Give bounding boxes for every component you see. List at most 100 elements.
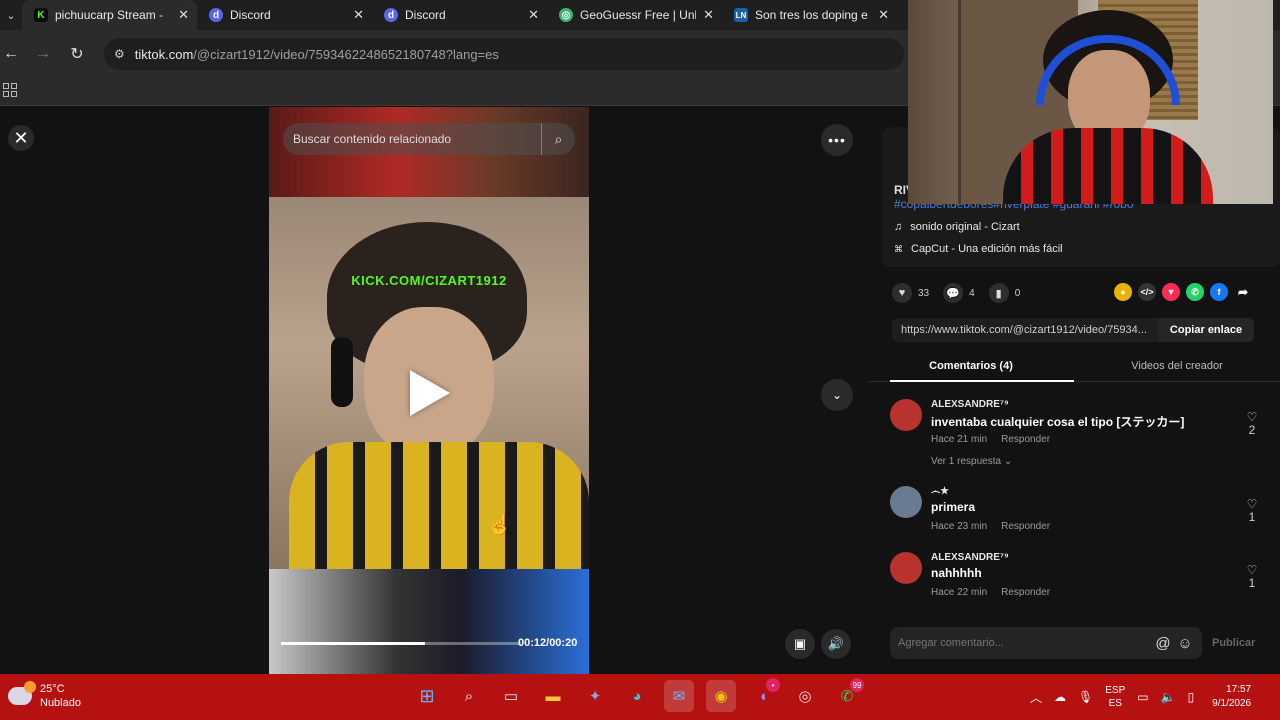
sound-link[interactable]: ♫ sonido original - Cizart <box>894 221 1020 233</box>
facebook-icon[interactable]: f <box>1210 283 1228 301</box>
like-button[interactable]: ♥ 33 <box>892 283 929 303</box>
bookmark-icon: ▮ <box>988 283 1009 303</box>
emoji-icon[interactable]: ☺ <box>1174 635 1196 652</box>
save-button[interactable]: ▮ 0 <box>988 283 1020 303</box>
system-tray: ︿ ☁ 🎙 ESP ES ▭ 🔈 ▯ 17:57 9/1/2026 <box>1030 674 1251 720</box>
comment-button[interactable]: 💬 4 <box>943 283 975 303</box>
avatar[interactable] <box>890 486 922 518</box>
chrome-icon[interactable]: ◉ <box>706 680 736 712</box>
more-options-button[interactable]: ••• <box>821 124 853 156</box>
comment-username[interactable]: ෴★ <box>931 486 949 497</box>
browser-tab-4[interactable]: ◎ GeoGuessr Free | Unl ✕ <box>547 0 722 30</box>
related-search-input[interactable]: Buscar contenido relacionado ⌕ <box>283 123 575 155</box>
clock[interactable]: 17:57 9/1/2026 <box>1212 683 1251 711</box>
comment-like-button[interactable]: ♡ 1 <box>1244 498 1260 524</box>
tab-close-icon[interactable]: ✕ <box>878 7 889 23</box>
search-icon[interactable]: ⌕ <box>541 123 575 155</box>
person-shirt <box>289 442 589 572</box>
tab-comments[interactable]: Comentarios (4) <box>868 350 1074 382</box>
comment-like-button[interactable]: ♡ 1 <box>1244 564 1260 590</box>
browser-tab-2[interactable]: d Discord ✕ <box>197 0 372 30</box>
avatar[interactable] <box>890 399 922 431</box>
close-video-button[interactable]: ✕ <box>8 125 34 151</box>
apps-grid-icon[interactable] <box>3 83 17 97</box>
comment-username[interactable]: ALEXSANDRE⁷⁹ <box>931 399 1009 410</box>
taskbar-apps: ⊞ ⌕ ▭ ▬ ✦ ◕ ✉ ◉ ◖ • ◎ ✆ 99 <box>412 678 864 712</box>
video-player[interactable]: Buscar contenido relacionado ⌕ KICK.COM/… <box>269 107 589 674</box>
back-arrow-icon[interactable]: ← <box>0 45 28 63</box>
view-replies-button[interactable]: Ver 1 respuesta ⌄ <box>931 456 1012 467</box>
share-arrow-icon[interactable]: ➦ <box>1234 283 1252 301</box>
network-icon[interactable]: ▭ <box>1137 690 1148 704</box>
comment-like-button[interactable]: ♡ 2 <box>1244 411 1260 437</box>
floating-player-button[interactable]: ▣ <box>785 629 815 659</box>
comment-text: primera <box>931 500 976 514</box>
browser-tab-5[interactable]: LN Son tres los doping e ✕ <box>722 0 897 30</box>
discord-icon[interactable]: ◖ • <box>748 678 780 712</box>
tab-close-icon[interactable]: ✕ <box>178 7 189 23</box>
video-progress-fill <box>281 642 425 645</box>
post-comment-button[interactable]: Publicar <box>1212 637 1255 649</box>
whatsapp-icon[interactable]: ✆ <box>1186 283 1204 301</box>
capcut-link[interactable]: ⌘ CapCut - Una edición más fácil <box>894 243 1063 255</box>
windows-taskbar: 25°C Nublado ⊞ ⌕ ▭ ▬ ✦ ◕ ✉ ◉ ◖ • ◎ ✆ 99 ︿ … <box>0 674 1280 720</box>
play-icon[interactable] <box>410 370 450 416</box>
weather-text: 25°C Nublado <box>40 682 81 710</box>
tab-search-chevron-icon[interactable]: ⌄ <box>0 0 22 30</box>
tab-title: Discord <box>230 8 271 22</box>
battery-icon[interactable]: ▯ <box>1188 690 1195 704</box>
temperature: 25°C <box>40 683 65 695</box>
microphone-icon[interactable]: 🎙 <box>1078 690 1093 704</box>
reload-icon[interactable]: ↻ <box>60 44 94 64</box>
comment-input[interactable] <box>898 637 1152 649</box>
speaker-icon[interactable]: 🔈 <box>1161 690 1176 704</box>
onedrive-icon[interactable]: ☁ <box>1054 690 1066 704</box>
comment-time: Hace 22 min <box>931 587 988 598</box>
browser-tab-1[interactable]: K pichuucarp Stream - ✕ <box>22 0 197 30</box>
edge-icon[interactable]: ◕ <box>622 680 652 712</box>
site-settings-icon[interactable]: ⚙ <box>114 47 125 61</box>
share-row: ● </> ▼ ✆ f ➦ <box>1114 283 1252 301</box>
tab-close-icon[interactable]: ✕ <box>703 7 714 23</box>
browser-tab-3[interactable]: d Discord ✕ <box>372 0 547 30</box>
language-indicator[interactable]: ESP ES <box>1105 684 1125 710</box>
tab-close-icon[interactable]: ✕ <box>353 7 364 23</box>
reply-button[interactable]: Responder <box>1001 434 1050 445</box>
streamer-shirt <box>1003 128 1213 204</box>
comment-meta: Hace 21 min Responder <box>931 434 1050 445</box>
send-icon[interactable]: ▼ <box>1162 283 1180 301</box>
webcam-overlay <box>908 0 1273 204</box>
copy-link-button[interactable]: Copiar enlace <box>1158 318 1254 342</box>
language-code: ESP <box>1105 685 1126 696</box>
weather-widget[interactable]: 25°C Nublado <box>8 681 81 710</box>
video-link[interactable]: https://www.tiktok.com/@cizart1912/video… <box>892 324 1158 336</box>
search-icon[interactable]: ⌕ <box>454 680 484 712</box>
reply-button[interactable]: Responder <box>1001 521 1050 532</box>
start-windows-icon[interactable]: ⊞ <box>412 680 442 712</box>
mail-icon[interactable]: ✉ <box>664 680 694 712</box>
video-progress-bar[interactable] <box>281 642 521 645</box>
tab-creator-videos[interactable]: Videos del creador <box>1074 350 1280 381</box>
volume-icon[interactable]: 🔊 <box>821 629 851 659</box>
forward-arrow-icon[interactable]: → <box>26 45 60 63</box>
comment-username[interactable]: ALEXSANDRE⁷⁹ <box>931 552 1009 563</box>
comment-like-count: 2 <box>1248 423 1256 437</box>
task-view-icon[interactable]: ▭ <box>496 680 526 712</box>
next-video-button[interactable]: ⌄ <box>821 379 853 411</box>
embed-icon[interactable]: </> <box>1138 283 1156 301</box>
comment-time: Hace 23 min <box>931 521 988 532</box>
coin-icon[interactable]: ● <box>1114 283 1132 301</box>
discord-badge-icon: • <box>766 678 780 692</box>
comment-like-count: 1 <box>1248 510 1256 524</box>
url-bar[interactable]: ⚙ tiktok.com/@cizart1912/video/759346224… <box>104 38 904 70</box>
chevron-up-icon[interactable]: ︿ <box>1030 689 1042 706</box>
mention-icon[interactable]: @ <box>1152 635 1174 652</box>
whatsapp-icon[interactable]: ✆ 99 <box>832 678 864 712</box>
comment-item: ALEXSANDRE⁷⁹ inventaba cualquier cosa el… <box>890 399 1260 469</box>
obs-icon[interactable]: ◎ <box>790 680 820 712</box>
tab-close-icon[interactable]: ✕ <box>528 7 539 23</box>
copilot-icon[interactable]: ✦ <box>580 680 610 712</box>
avatar[interactable] <box>890 552 922 584</box>
file-explorer-icon[interactable]: ▬ <box>538 680 568 712</box>
reply-button[interactable]: Responder <box>1001 587 1050 598</box>
